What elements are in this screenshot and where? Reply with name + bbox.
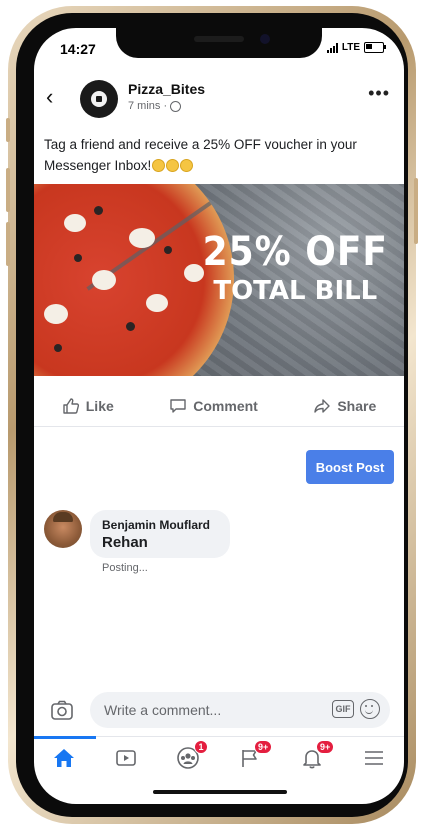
comment-label: Comment [193, 398, 258, 414]
volume-up-button [6, 168, 10, 212]
comment-text: Rehan [102, 534, 148, 551]
promo-text: 25% OFF TOTAL BILL [203, 232, 388, 304]
page-avatar[interactable] [80, 80, 118, 118]
share-icon [314, 399, 331, 413]
battery-icon [364, 42, 386, 53]
boost-post-button[interactable]: Boost Post [306, 450, 394, 484]
home-indicator[interactable] [153, 790, 287, 794]
status-indicators: LTE [326, 42, 386, 53]
signal-icon [326, 42, 338, 53]
tab-home[interactable] [34, 736, 96, 779]
share-label: Share [337, 398, 377, 414]
comment-button[interactable]: Comment [169, 397, 258, 415]
posting-status: Posting... [102, 562, 148, 574]
back-icon[interactable]: ‹ [46, 86, 53, 108]
star-struck-emoji-icon [166, 159, 180, 172]
page-name[interactable]: Pizza_Bites [128, 81, 205, 97]
post-header: ‹ Pizza_Bites 7 mins · ••• [34, 76, 404, 126]
gif-button[interactable]: GIF [332, 700, 354, 718]
post-actions: Like Comment Share [34, 386, 404, 427]
tab-notifications[interactable]: 9+ [282, 737, 342, 779]
like-button[interactable]: Like [62, 397, 114, 415]
mute-switch [6, 118, 10, 142]
volume-down-button [6, 222, 10, 266]
promo-subheadline: TOTAL BILL [213, 276, 378, 306]
tab-bar: 1 9+ 9+ [34, 736, 404, 779]
comment-icon [170, 399, 186, 413]
notifications-badge: 9+ [316, 740, 335, 754]
comment-composer: Write a comment... GIF [34, 686, 404, 734]
emoji-icon[interactable] [360, 699, 380, 719]
menu-icon [365, 751, 383, 765]
post-text: Tag a friend and receive a 25% OFF vouch… [44, 134, 394, 176]
more-options-icon[interactable]: ••• [368, 84, 390, 102]
comment-bubble[interactable]: Benjamin Mouflard Rehan [90, 510, 230, 558]
tab-watch[interactable] [96, 737, 156, 779]
pages-badge: 9+ [254, 740, 273, 754]
front-camera [260, 34, 270, 44]
post-text-body: Tag a friend and receive a 25% OFF vouch… [44, 137, 357, 173]
notch [116, 28, 322, 58]
status-time: 14:27 [60, 41, 96, 57]
post-time: 7 mins · [128, 100, 168, 112]
star-struck-emoji-icon [180, 159, 194, 172]
promo-headline: 25% OFF [202, 229, 388, 275]
share-button[interactable]: Share [313, 397, 376, 415]
commenter-avatar[interactable] [44, 510, 82, 548]
thumbs-up-icon [63, 398, 79, 414]
earpiece [194, 36, 244, 42]
network-label: LTE [341, 42, 360, 53]
globe-icon [170, 100, 182, 112]
comment-placeholder: Write a comment... [104, 702, 222, 718]
screen: 14:27 LTE ‹ Pizza_Bites 7 mins · ••• Tag… [34, 28, 404, 804]
home-icon [54, 749, 74, 767]
tab-menu[interactable] [344, 737, 404, 779]
like-label: Like [85, 398, 114, 414]
promo-image[interactable]: 25% OFF TOTAL BILL [34, 184, 404, 376]
star-struck-emoji-icon [152, 159, 166, 172]
camera-icon[interactable] [50, 698, 74, 722]
comment-input[interactable]: Write a comment... GIF [90, 692, 390, 728]
video-icon [116, 750, 136, 766]
power-button [414, 178, 418, 244]
post-meta: 7 mins · [128, 100, 182, 112]
comment-author[interactable]: Benjamin Mouflard [102, 518, 210, 532]
groups-badge: 1 [194, 740, 208, 754]
tab-groups[interactable]: 1 [158, 737, 218, 779]
tab-pages[interactable]: 9+ [220, 737, 280, 779]
